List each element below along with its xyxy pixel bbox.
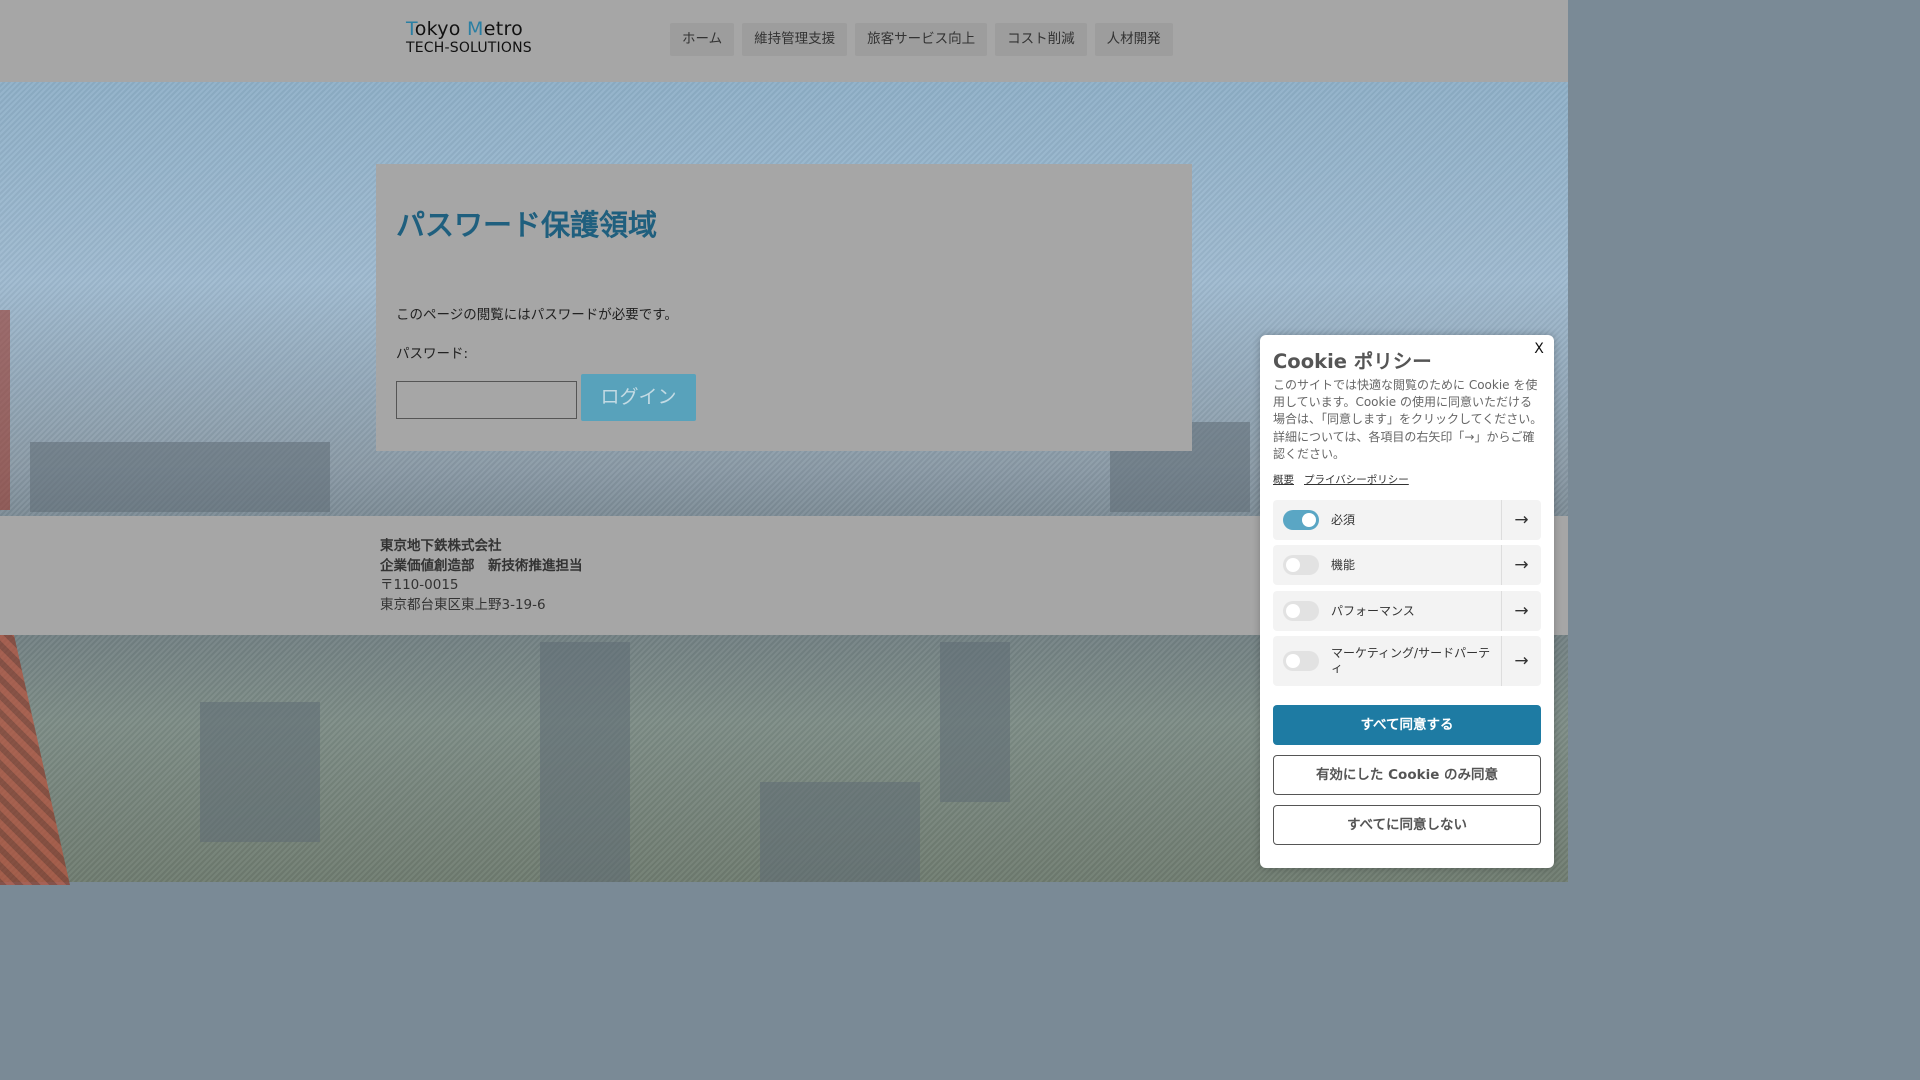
background-building	[940, 642, 1010, 802]
cookie-category-label: 必須	[1331, 512, 1356, 527]
logo-subtitle: TECH-SOLUTIONS	[406, 40, 532, 56]
arrow-right-icon[interactable]: →	[1501, 591, 1541, 631]
nav-item-maintenance[interactable]: 維持管理支援	[742, 23, 848, 56]
background-building	[540, 642, 630, 882]
logo-letter-m: M	[467, 18, 484, 40]
page-title: パスワード保護領域	[396, 208, 658, 242]
toggle-performance[interactable]	[1283, 601, 1319, 621]
toggle-knob	[1286, 604, 1300, 618]
footer-company-name: 東京地下鉄株式会社	[380, 538, 502, 554]
cookie-consent-dialog: X Cookie ポリシー このサイトでは快適な閲覧のために Cookie を使…	[1260, 335, 1554, 868]
background-building	[760, 782, 920, 882]
cookie-link-privacy-policy[interactable]: プライバシーポリシー	[1304, 472, 1409, 487]
arrow-right-icon[interactable]: →	[1501, 545, 1541, 585]
password-description: このページの閲覧にはパスワードが必要です。	[396, 307, 678, 323]
nav-item-cost-reduction[interactable]: コスト削減	[995, 23, 1087, 56]
background-building	[200, 702, 320, 842]
toggle-marketing[interactable]	[1283, 651, 1319, 671]
nav-item-passenger-service[interactable]: 旅客サービス向上	[855, 23, 988, 56]
password-input[interactable]	[396, 381, 577, 419]
cookie-title: Cookie ポリシー	[1273, 350, 1432, 373]
toggle-necessary[interactable]	[1283, 510, 1319, 530]
toggle-knob	[1286, 654, 1300, 668]
cookie-description: このサイトでは快適な閲覧のために Cookie を使用しています。Cookie …	[1273, 378, 1543, 461]
close-icon[interactable]: X	[1532, 341, 1546, 357]
toggle-knob	[1286, 558, 1300, 572]
toggle-functional[interactable]	[1283, 555, 1319, 575]
logo-letter-t: T	[406, 18, 415, 40]
cookie-category-label: マーケティング/サードパーティ	[1331, 646, 1491, 675]
arrow-right-icon[interactable]: →	[1501, 500, 1541, 540]
background-building	[30, 442, 330, 512]
site-logo[interactable]: Tokyo Metro TECH-SOLUTIONS	[406, 18, 556, 58]
cookie-category-label: パフォーマンス	[1331, 603, 1415, 618]
login-button[interactable]: ログイン	[581, 374, 696, 421]
accept-selected-button[interactable]: 有効にした Cookie のみ同意	[1273, 755, 1541, 795]
password-label: パスワード:	[396, 346, 469, 362]
logo-wordmark: Tokyo Metro	[406, 18, 556, 40]
tokyo-tower-graphic	[0, 310, 10, 510]
main-nav: ホーム 維持管理支援 旅客サービス向上 コスト削減 人材開発	[670, 23, 1173, 56]
cookie-category-performance: パフォーマンス →	[1273, 591, 1541, 631]
site-header: Tokyo Metro TECH-SOLUTIONS ホーム 維持管理支援 旅客…	[0, 0, 1568, 82]
cookie-category-necessary: 必須 →	[1273, 500, 1541, 540]
accept-all-button[interactable]: すべて同意する	[1273, 705, 1541, 745]
logo-text-etro: etro	[483, 18, 524, 40]
footer-address: 東京都台東区東上野3-19-6	[380, 597, 546, 614]
password-protected-card: パスワード保護領域 このページの閲覧にはパスワードが必要です。 パスワード: ロ…	[376, 164, 1192, 451]
footer-address-block: 東京地下鉄株式会社 企業価値創造部 新技術推進担当 〒110-0015 東京都台…	[380, 537, 583, 616]
cookie-links: 概要 プライバシーポリシー	[1273, 472, 1409, 487]
reject-all-button[interactable]: すべてに同意しない	[1273, 805, 1541, 845]
cookie-category-marketing: マーケティング/サードパーティ →	[1273, 636, 1541, 686]
nav-item-hr-development[interactable]: 人材開発	[1094, 23, 1173, 56]
cookie-category-label: 機能	[1331, 557, 1356, 572]
arrow-right-icon[interactable]: →	[1501, 636, 1541, 686]
footer-department: 企業価値創造部 新技術推進担当	[380, 557, 583, 574]
cookie-category-functional: 機能 →	[1273, 545, 1541, 585]
toggle-knob	[1302, 513, 1316, 527]
logo-text-okyo: okyo	[414, 18, 468, 40]
nav-item-home[interactable]: ホーム	[670, 23, 735, 56]
cookie-link-overview[interactable]: 概要	[1273, 472, 1294, 487]
footer-postal-code: 〒110-0015	[380, 577, 459, 594]
